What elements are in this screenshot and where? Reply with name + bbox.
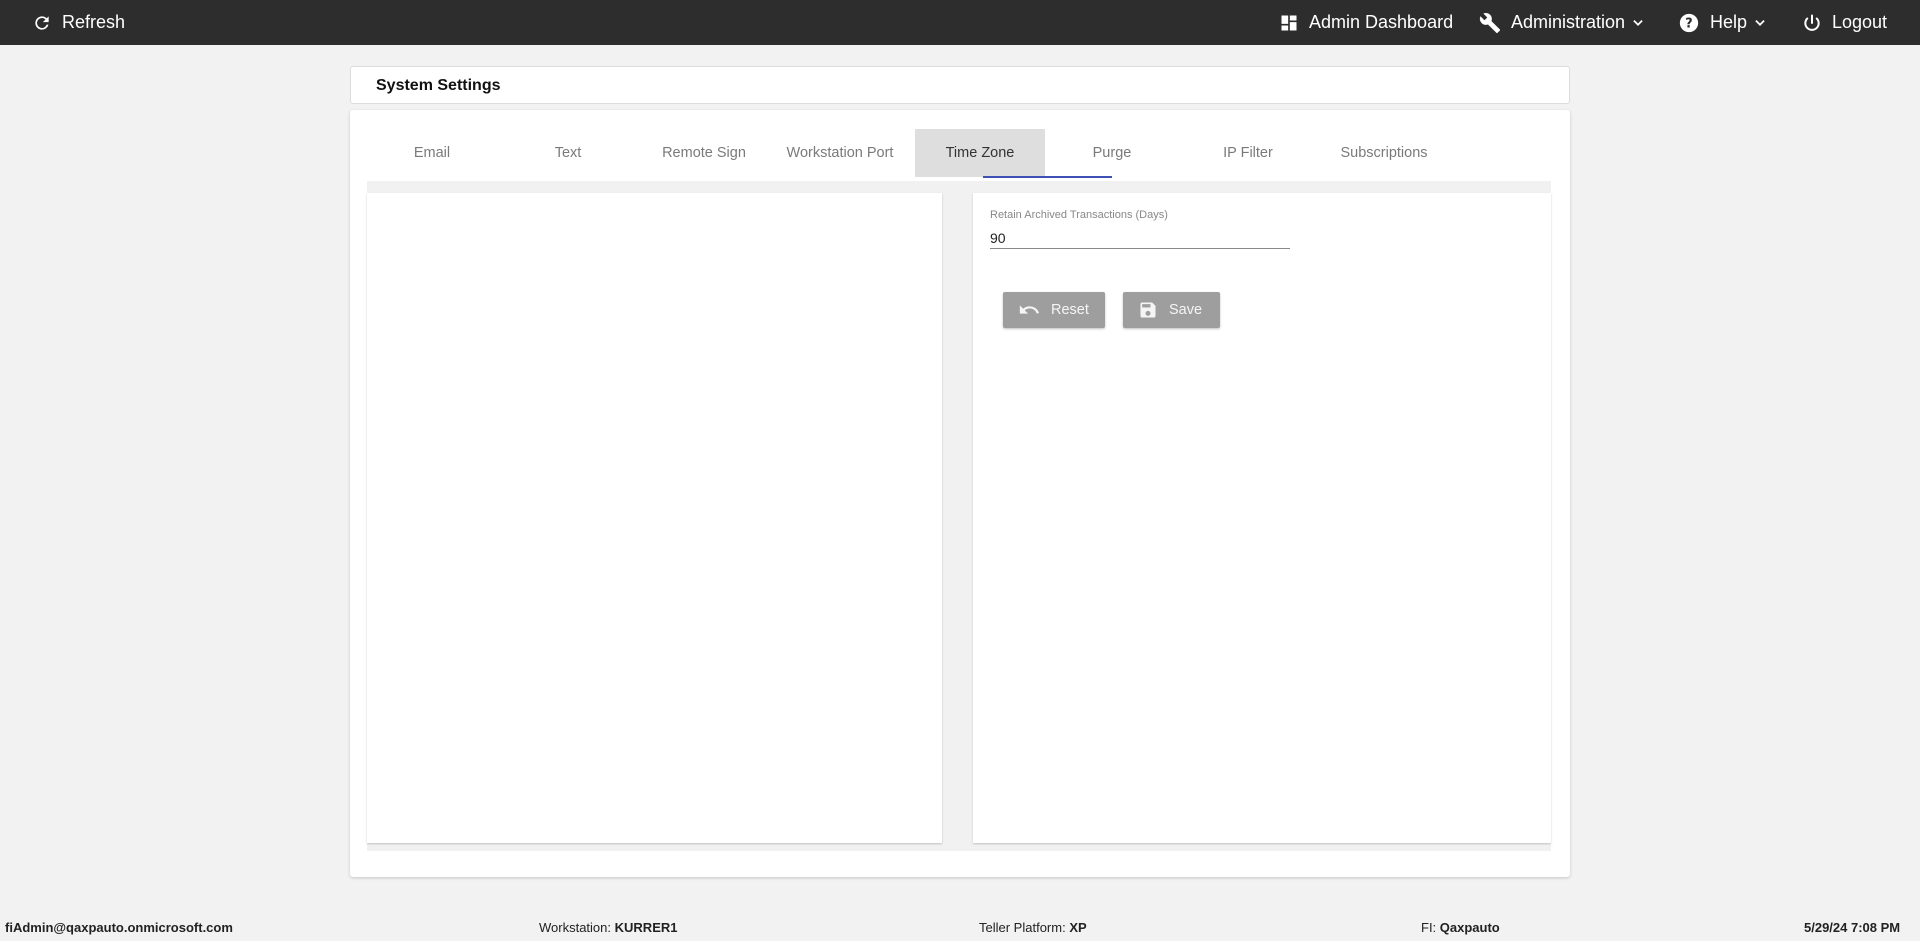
logout-label: Logout (1832, 12, 1888, 32)
footer-datetime: 5/29/24 7:08 PM (1804, 920, 1901, 935)
left-panel (367, 193, 942, 843)
purge-panel: Retain Archived Transactions (Days) Rese… (973, 193, 1551, 843)
dashboard-icon (1279, 13, 1299, 33)
workstation-value: KURRER1 (614, 920, 678, 935)
tab-ip-filter[interactable]: IP Filter (1183, 129, 1313, 177)
tab-remote-sign[interactable]: Remote Sign (639, 129, 769, 177)
reset-label: Reset (1051, 302, 1089, 318)
fi-value: Qaxpauto (1439, 920, 1500, 935)
tab-content: Retain Archived Transactions (Days) Rese… (367, 181, 1551, 851)
save-label: Save (1169, 302, 1203, 318)
power-icon (1802, 13, 1822, 33)
active-tab-indicator (983, 176, 1112, 178)
footer-teller-platform: Teller Platform: XP (979, 920, 1087, 935)
refresh-label: Refresh (62, 12, 126, 32)
administration-label: Administration (1511, 12, 1626, 32)
svg-text:?: ? (1685, 16, 1692, 31)
tab-time-zone[interactable]: Time Zone (915, 129, 1045, 177)
fi-label: FI: (1421, 920, 1437, 935)
top-nav-bar: Refresh Admin Dashboard Administration ?… (0, 0, 1920, 45)
teller-platform-value: XP (1069, 920, 1087, 935)
help-menu[interactable]: ? Help (1678, 0, 1767, 45)
chevron-down-icon (1631, 16, 1645, 30)
footer-workstation: Workstation: KURRER1 (539, 920, 677, 935)
save-button[interactable]: Save (1123, 292, 1220, 328)
chevron-down-icon (1753, 16, 1767, 30)
help-label: Help (1710, 12, 1748, 32)
administration-menu[interactable]: Administration (1479, 0, 1645, 45)
refresh-button[interactable]: Refresh (32, 0, 125, 45)
reset-button[interactable]: Reset (1003, 292, 1105, 328)
admin-dashboard-link[interactable]: Admin Dashboard (1279, 0, 1453, 45)
tab-subscriptions[interactable]: Subscriptions (1319, 129, 1449, 177)
wrench-icon (1479, 12, 1501, 34)
settings-card: Email Text Remote Sign Workstation Port … (350, 110, 1570, 877)
refresh-icon (32, 13, 52, 33)
footer-fi: FI: Qaxpauto (1421, 920, 1500, 935)
tab-purge[interactable]: Purge (1047, 129, 1177, 177)
workstation-label: Workstation: (539, 920, 612, 935)
status-footer: fiAdmin@qaxpauto.onmicrosoft.com Worksta… (0, 914, 1920, 941)
admin-dashboard-label: Admin Dashboard (1309, 12, 1454, 32)
page-title: System Settings (376, 77, 501, 94)
undo-icon (1018, 299, 1040, 321)
save-icon (1138, 300, 1158, 320)
logout-button[interactable]: Logout (1802, 0, 1887, 45)
footer-user: fiAdmin@qaxpauto.onmicrosoft.com (5, 920, 233, 935)
teller-platform-label: Teller Platform: (979, 920, 1066, 935)
tab-workstation-port[interactable]: Workstation Port (775, 129, 905, 177)
retain-days-label: Retain Archived Transactions (Days) (990, 209, 1168, 221)
help-icon: ? (1678, 12, 1700, 34)
page-header-card: System Settings (350, 66, 1570, 104)
tab-email[interactable]: Email (367, 129, 497, 177)
tab-text[interactable]: Text (503, 129, 633, 177)
retain-days-input[interactable] (990, 227, 1290, 249)
